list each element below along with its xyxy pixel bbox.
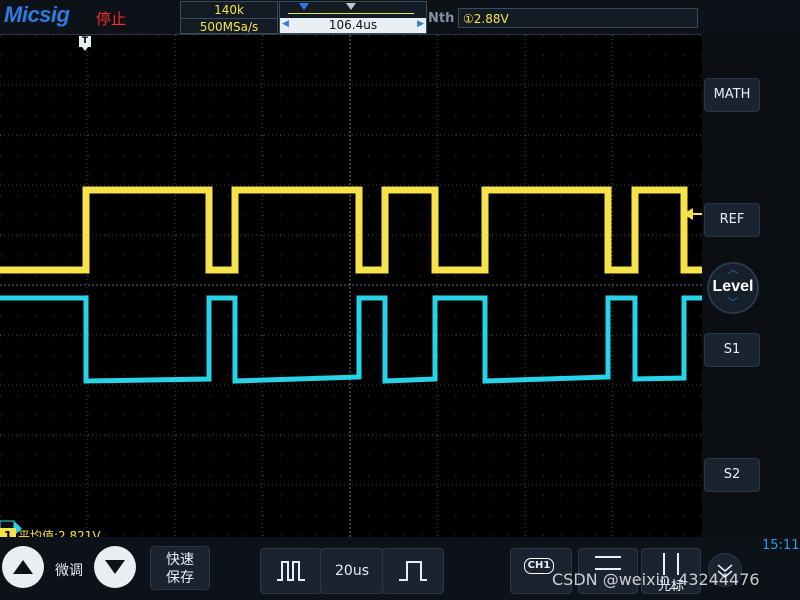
grid-dots — [0, 35, 702, 537]
triangle-up-icon — [13, 560, 33, 574]
timebase-decrease-button[interactable] — [260, 548, 322, 594]
time-offset-value: 106.4us — [280, 18, 426, 33]
fine-up-button[interactable] — [2, 546, 44, 588]
quick-save-button[interactable]: 快速 保存 — [150, 546, 210, 590]
watermark: CSDN @weixin_43244476 — [552, 570, 760, 589]
quick-save-line2: 保存 — [166, 570, 194, 586]
trigger-position-t-marker: T — [79, 36, 91, 51]
quick-save-line1: 快速 — [166, 552, 194, 568]
memory-bar — [288, 13, 414, 14]
waveform-canvas — [0, 35, 702, 537]
left-arrow-icon: ◀ — [282, 19, 289, 29]
timebase-value: 20us — [320, 548, 384, 594]
memory-depth: 140k — [214, 3, 244, 17]
s2-button[interactable]: S2 — [704, 458, 760, 492]
trigger-level-box[interactable]: ①2.88V — [458, 8, 698, 28]
level-knob[interactable]: ︿ Level ﹀ — [707, 262, 759, 314]
nth-trigger-label[interactable]: Nth — [428, 11, 454, 26]
ch1-button-label: CH1 — [524, 558, 554, 574]
math-button[interactable]: MATH — [704, 78, 760, 112]
level-label: Level — [712, 278, 754, 295]
waveform-display[interactable]: 1平均值:2.821V 2 — [0, 34, 702, 570]
trigger-position-marker — [299, 3, 309, 10]
brand-logo: Micsig — [4, 2, 70, 27]
timebase-increase-button[interactable] — [382, 548, 444, 594]
s1-button[interactable]: S1 — [704, 333, 760, 367]
chevron-down-icon: ﹀ — [728, 298, 738, 309]
trigger-level-line — [692, 213, 702, 215]
timebase-position-box[interactable]: 106.4us ◀ ▶ — [279, 1, 427, 34]
right-arrow-icon: ▶ — [417, 19, 424, 29]
trigger-source-icon: ① — [463, 12, 474, 26]
run-stop-status[interactable]: 停止 — [96, 8, 126, 29]
ref-button[interactable]: REF — [704, 203, 760, 237]
clock: 15:11 — [762, 538, 800, 553]
wide-pulse-icon — [399, 561, 427, 581]
trigger-level-value: 2.88V — [473, 12, 509, 26]
view-center-marker — [346, 3, 356, 10]
narrow-pulse-icon — [277, 561, 305, 581]
triangle-down-icon — [105, 560, 125, 574]
chevron-up-icon: ︿ — [728, 265, 738, 276]
fine-adjust-label: 微调 — [55, 563, 83, 579]
acquisition-box[interactable]: 140k 500MSa/s — [180, 1, 278, 34]
fine-down-button[interactable] — [94, 546, 136, 588]
sample-rate: 500MSa/s — [181, 18, 277, 34]
top-bar: Micsig 停止 140k 500MSa/s 106.4us ◀ ▶ Nth … — [0, 0, 800, 34]
